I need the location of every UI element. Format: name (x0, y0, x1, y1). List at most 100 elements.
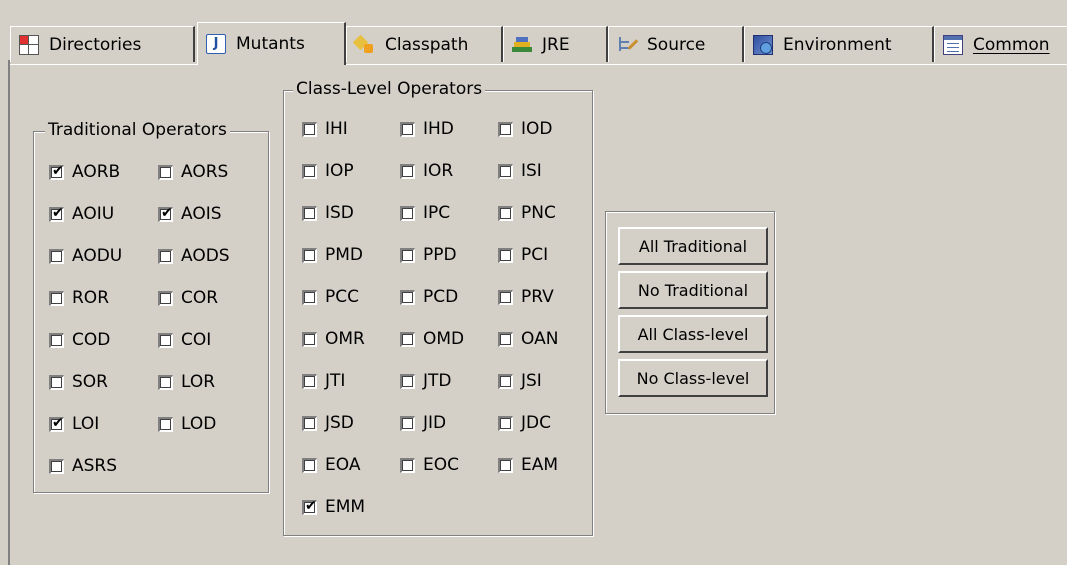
operator-checkbox-coi[interactable]: ✔ COI (158, 329, 211, 351)
operator-checkbox-eam[interactable]: ✔ EAM (498, 454, 558, 476)
checkbox-unchecked[interactable]: ✔ (498, 331, 513, 347)
checkbox-unchecked[interactable]: ✔ (498, 205, 513, 221)
operator-checkbox-omr[interactable]: ✔ OMR (302, 328, 365, 350)
tab-common[interactable]: Common (934, 26, 1067, 62)
checkbox-unchecked[interactable]: ✔ (158, 332, 173, 348)
operator-checkbox-aods[interactable]: ✔ AODS (158, 245, 230, 267)
checkbox-unchecked[interactable]: ✔ (400, 205, 415, 221)
tab-mutants[interactable]: J Mutants (197, 22, 346, 65)
checkbox-checked[interactable]: ✔ (49, 164, 64, 180)
operator-checkbox-jsi[interactable]: ✔ JSI (498, 370, 542, 392)
checkbox-unchecked[interactable]: ✔ (498, 289, 513, 305)
checkbox-unchecked[interactable]: ✔ (498, 163, 513, 179)
checkbox-unchecked[interactable]: ✔ (498, 373, 513, 389)
tab-directories[interactable]: Directories (10, 26, 195, 62)
operator-checkbox-jsd[interactable]: ✔ JSD (302, 412, 354, 434)
checkbox-unchecked[interactable]: ✔ (49, 248, 64, 264)
checkbox-unchecked[interactable]: ✔ (302, 205, 317, 221)
checkbox-unchecked[interactable]: ✔ (302, 163, 317, 179)
operator-checkbox-pcc[interactable]: ✔ PCC (302, 286, 359, 308)
operator-checkbox-eoa[interactable]: ✔ EOA (302, 454, 360, 476)
operator-checkbox-pcd[interactable]: ✔ PCD (400, 286, 458, 308)
operator-checkbox-prv[interactable]: ✔ PRV (498, 286, 554, 308)
operator-checkbox-ihd[interactable]: ✔ IHD (400, 118, 454, 140)
checkbox-unchecked[interactable]: ✔ (49, 458, 64, 474)
operator-checkbox-sor[interactable]: ✔ SOR (49, 371, 108, 393)
checkbox-unchecked[interactable]: ✔ (400, 331, 415, 347)
operator-checkbox-cod[interactable]: ✔ COD (49, 329, 110, 351)
operator-checkbox-oan[interactable]: ✔ OAN (498, 328, 558, 350)
checkbox-unchecked[interactable]: ✔ (498, 121, 513, 137)
operator-checkbox-aors[interactable]: ✔ AORS (158, 161, 228, 183)
checkbox-unchecked[interactable]: ✔ (49, 290, 64, 306)
operator-checkbox-jdc[interactable]: ✔ JDC (498, 412, 551, 434)
operator-label: AODS (181, 246, 230, 266)
checkbox-checked[interactable]: ✔ (49, 206, 64, 222)
operator-checkbox-iod[interactable]: ✔ IOD (498, 118, 553, 140)
operator-checkbox-aodu[interactable]: ✔ AODU (49, 245, 122, 267)
checkbox-unchecked[interactable]: ✔ (400, 121, 415, 137)
operator-checkbox-loi[interactable]: ✔ LOI (49, 413, 99, 435)
checkbox-checked[interactable]: ✔ (302, 499, 317, 515)
checkbox-unchecked[interactable]: ✔ (302, 121, 317, 137)
checkbox-unchecked[interactable]: ✔ (302, 415, 317, 431)
checkbox-unchecked[interactable]: ✔ (498, 415, 513, 431)
operator-checkbox-isi[interactable]: ✔ ISI (498, 160, 542, 182)
all-traditional-button[interactable]: All Traditional (618, 227, 768, 265)
operator-checkbox-ipc[interactable]: ✔ IPC (400, 202, 450, 224)
checkbox-unchecked[interactable]: ✔ (49, 374, 64, 390)
checkbox-unchecked[interactable]: ✔ (158, 416, 173, 432)
checkbox-unchecked[interactable]: ✔ (158, 374, 173, 390)
operator-checkbox-cor[interactable]: ✔ COR (158, 287, 218, 309)
operator-checkbox-jid[interactable]: ✔ JID (400, 412, 446, 434)
checkbox-unchecked[interactable]: ✔ (302, 289, 317, 305)
all-class-level-button[interactable]: All Class-level (618, 315, 768, 353)
checkbox-unchecked[interactable]: ✔ (302, 247, 317, 263)
operator-checkbox-asrs[interactable]: ✔ ASRS (49, 455, 117, 477)
operator-checkbox-jtd[interactable]: ✔ JTD (400, 370, 452, 392)
operator-checkbox-omd[interactable]: ✔ OMD (400, 328, 464, 350)
checkbox-unchecked[interactable]: ✔ (158, 164, 173, 180)
tab-label: Mutants (236, 34, 305, 54)
operator-checkbox-lod[interactable]: ✔ LOD (158, 413, 216, 435)
no-class-level-button[interactable]: No Class-level (618, 359, 768, 397)
checkbox-unchecked[interactable]: ✔ (49, 332, 64, 348)
operator-checkbox-lor[interactable]: ✔ LOR (158, 371, 215, 393)
checkbox-unchecked[interactable]: ✔ (158, 248, 173, 264)
checkbox-unchecked[interactable]: ✔ (498, 457, 513, 473)
operator-checkbox-ror[interactable]: ✔ ROR (49, 287, 109, 309)
checkbox-unchecked[interactable]: ✔ (400, 163, 415, 179)
tab-source[interactable]: Source (608, 26, 744, 62)
operator-checkbox-eoc[interactable]: ✔ EOC (400, 454, 459, 476)
operator-checkbox-aois[interactable]: ✔ AOIS (158, 203, 222, 225)
checkbox-unchecked[interactable]: ✔ (302, 457, 317, 473)
tab-jre[interactable]: JRE (503, 26, 608, 62)
operator-checkbox-ppd[interactable]: ✔ PPD (400, 244, 457, 266)
operator-label: PCD (423, 287, 459, 307)
operator-checkbox-isd[interactable]: ✔ ISD (302, 202, 354, 224)
checkbox-unchecked[interactable]: ✔ (302, 373, 317, 389)
operator-checkbox-aoiu[interactable]: ✔ AOIU (49, 203, 114, 225)
operator-checkbox-aorb[interactable]: ✔ AORB (49, 161, 120, 183)
checkbox-unchecked[interactable]: ✔ (498, 247, 513, 263)
checkbox-unchecked[interactable]: ✔ (400, 289, 415, 305)
checkbox-unchecked[interactable]: ✔ (158, 290, 173, 306)
tab-classpath[interactable]: Classpath (346, 26, 503, 62)
operator-checkbox-pci[interactable]: ✔ PCI (498, 244, 548, 266)
operator-checkbox-iop[interactable]: ✔ IOP (302, 160, 354, 182)
operator-checkbox-emm[interactable]: ✔ EMM (302, 496, 365, 518)
operator-checkbox-jti[interactable]: ✔ JTI (302, 370, 345, 392)
operator-checkbox-pmd[interactable]: ✔ PMD (302, 244, 363, 266)
checkbox-unchecked[interactable]: ✔ (400, 247, 415, 263)
operator-checkbox-ihi[interactable]: ✔ IHI (302, 118, 348, 140)
checkbox-unchecked[interactable]: ✔ (400, 457, 415, 473)
checkbox-checked[interactable]: ✔ (49, 416, 64, 432)
checkbox-unchecked[interactable]: ✔ (400, 415, 415, 431)
checkbox-checked[interactable]: ✔ (158, 206, 173, 222)
checkbox-unchecked[interactable]: ✔ (302, 331, 317, 347)
tab-environment[interactable]: Environment (744, 26, 934, 62)
operator-checkbox-pnc[interactable]: ✔ PNC (498, 202, 556, 224)
no-traditional-button[interactable]: No Traditional (618, 271, 768, 309)
checkbox-unchecked[interactable]: ✔ (400, 373, 415, 389)
operator-checkbox-ior[interactable]: ✔ IOR (400, 160, 453, 182)
